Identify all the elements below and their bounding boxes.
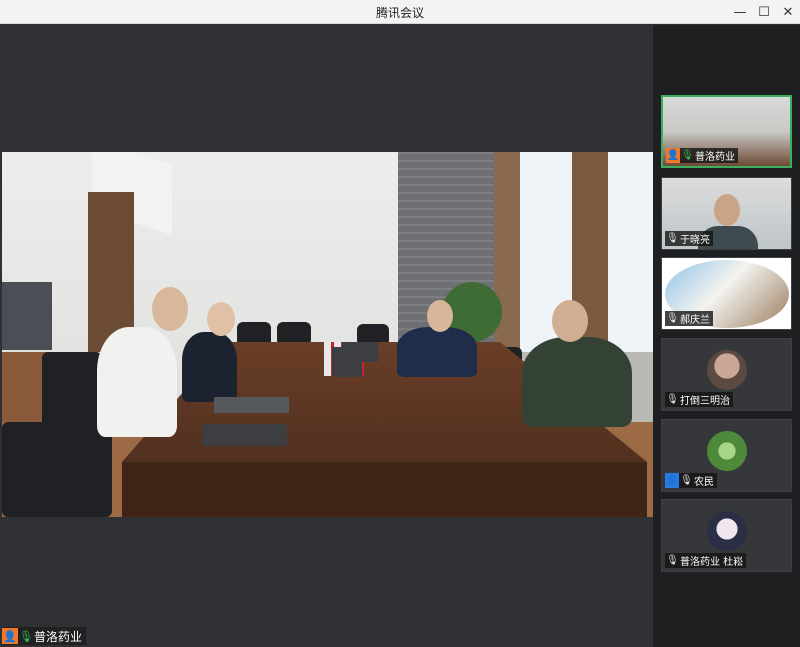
user-icon: 👤 [2,628,18,644]
participant-name: 农民 [694,477,714,488]
video-person-head [427,300,453,332]
participant-name: 打倒三明治 [680,396,730,407]
meeting-window: 腾讯会议 — ☐ ✕ 👤 🎙 普洛药业 👤 🎙 普洛药业 🎙 于晓亮 🎙 郝庆兰… [0,0,800,647]
video-printer [2,282,52,350]
participant-sidebar: 👤 🎙 普洛药业 🎙 于晓亮 🎙 郝庆兰 🎙 打倒三明治 👤 🎙 农民 🎙 普洛… [653,25,800,647]
main-speaker-name: 普洛药业 [34,629,83,644]
video-person [397,327,477,377]
video-chair [42,352,102,432]
participant-label: 🎙 普洛药业 杜崧 [665,553,747,568]
participant-head [714,194,740,226]
participant-name: 普洛药业 杜崧 [680,557,744,568]
video-laptop [214,397,289,413]
video-person [97,327,177,437]
video-laptop [202,424,287,446]
participant-avatar [707,511,747,551]
main-video-stage [2,25,653,645]
video-chair [2,422,112,517]
video-laptop [342,342,378,362]
video-person-head [152,287,188,331]
participant-tile[interactable]: 👤 🎙 农民 [661,419,792,492]
video-person-head [552,300,588,342]
mic-on-icon: 🎙 [681,150,694,161]
mic-muted-icon: 🎙 [666,233,679,244]
title-bar: 腾讯会议 — ☐ ✕ [0,0,800,24]
participant-avatar [707,431,747,471]
participant-avatar [707,350,747,390]
mic-on-icon: 🎙 [666,313,679,324]
participant-label: 🎙 于晓亮 [665,231,713,246]
participant-tile[interactable]: 👤 🎙 普洛药业 [661,95,792,168]
participant-name: 郝庆兰 [680,315,710,326]
participant-label: 🎙 郝庆兰 [665,311,713,326]
close-button[interactable]: ✕ [774,0,800,24]
video-person [522,337,632,427]
participant-name: 于晓亮 [680,235,710,246]
window-title: 腾讯会议 [375,6,424,20]
main-speaker-tag: 👤 🎙 普洛药业 [2,627,87,645]
mic-on-icon: 🎙 [680,475,693,486]
video-person-head [207,302,235,336]
participant-label: 🎙 打倒三明治 [665,392,733,407]
mic-muted-icon: 🎙 [666,555,679,566]
participant-tile[interactable]: 🎙 打倒三明治 [661,338,792,411]
user-icon: 👤 [665,473,679,488]
participant-label: 👤 🎙 普洛药业 [666,148,738,163]
mic-muted-icon: 🎙 [666,394,679,405]
participant-tile[interactable]: 🎙 普洛药业 杜崧 [661,499,792,572]
participant-label: 👤 🎙 农民 [665,473,717,488]
video-person [182,332,237,402]
user-icon: 👤 [666,148,680,163]
participant-tile[interactable]: 🎙 于晓亮 [661,177,792,250]
mic-on-icon: 🎙 [19,629,33,643]
participant-name: 普洛药业 [695,152,735,163]
participant-tile[interactable]: 🎙 郝庆兰 [661,257,792,330]
video-table-front [122,462,647,517]
main-video-feed[interactable] [2,152,653,517]
